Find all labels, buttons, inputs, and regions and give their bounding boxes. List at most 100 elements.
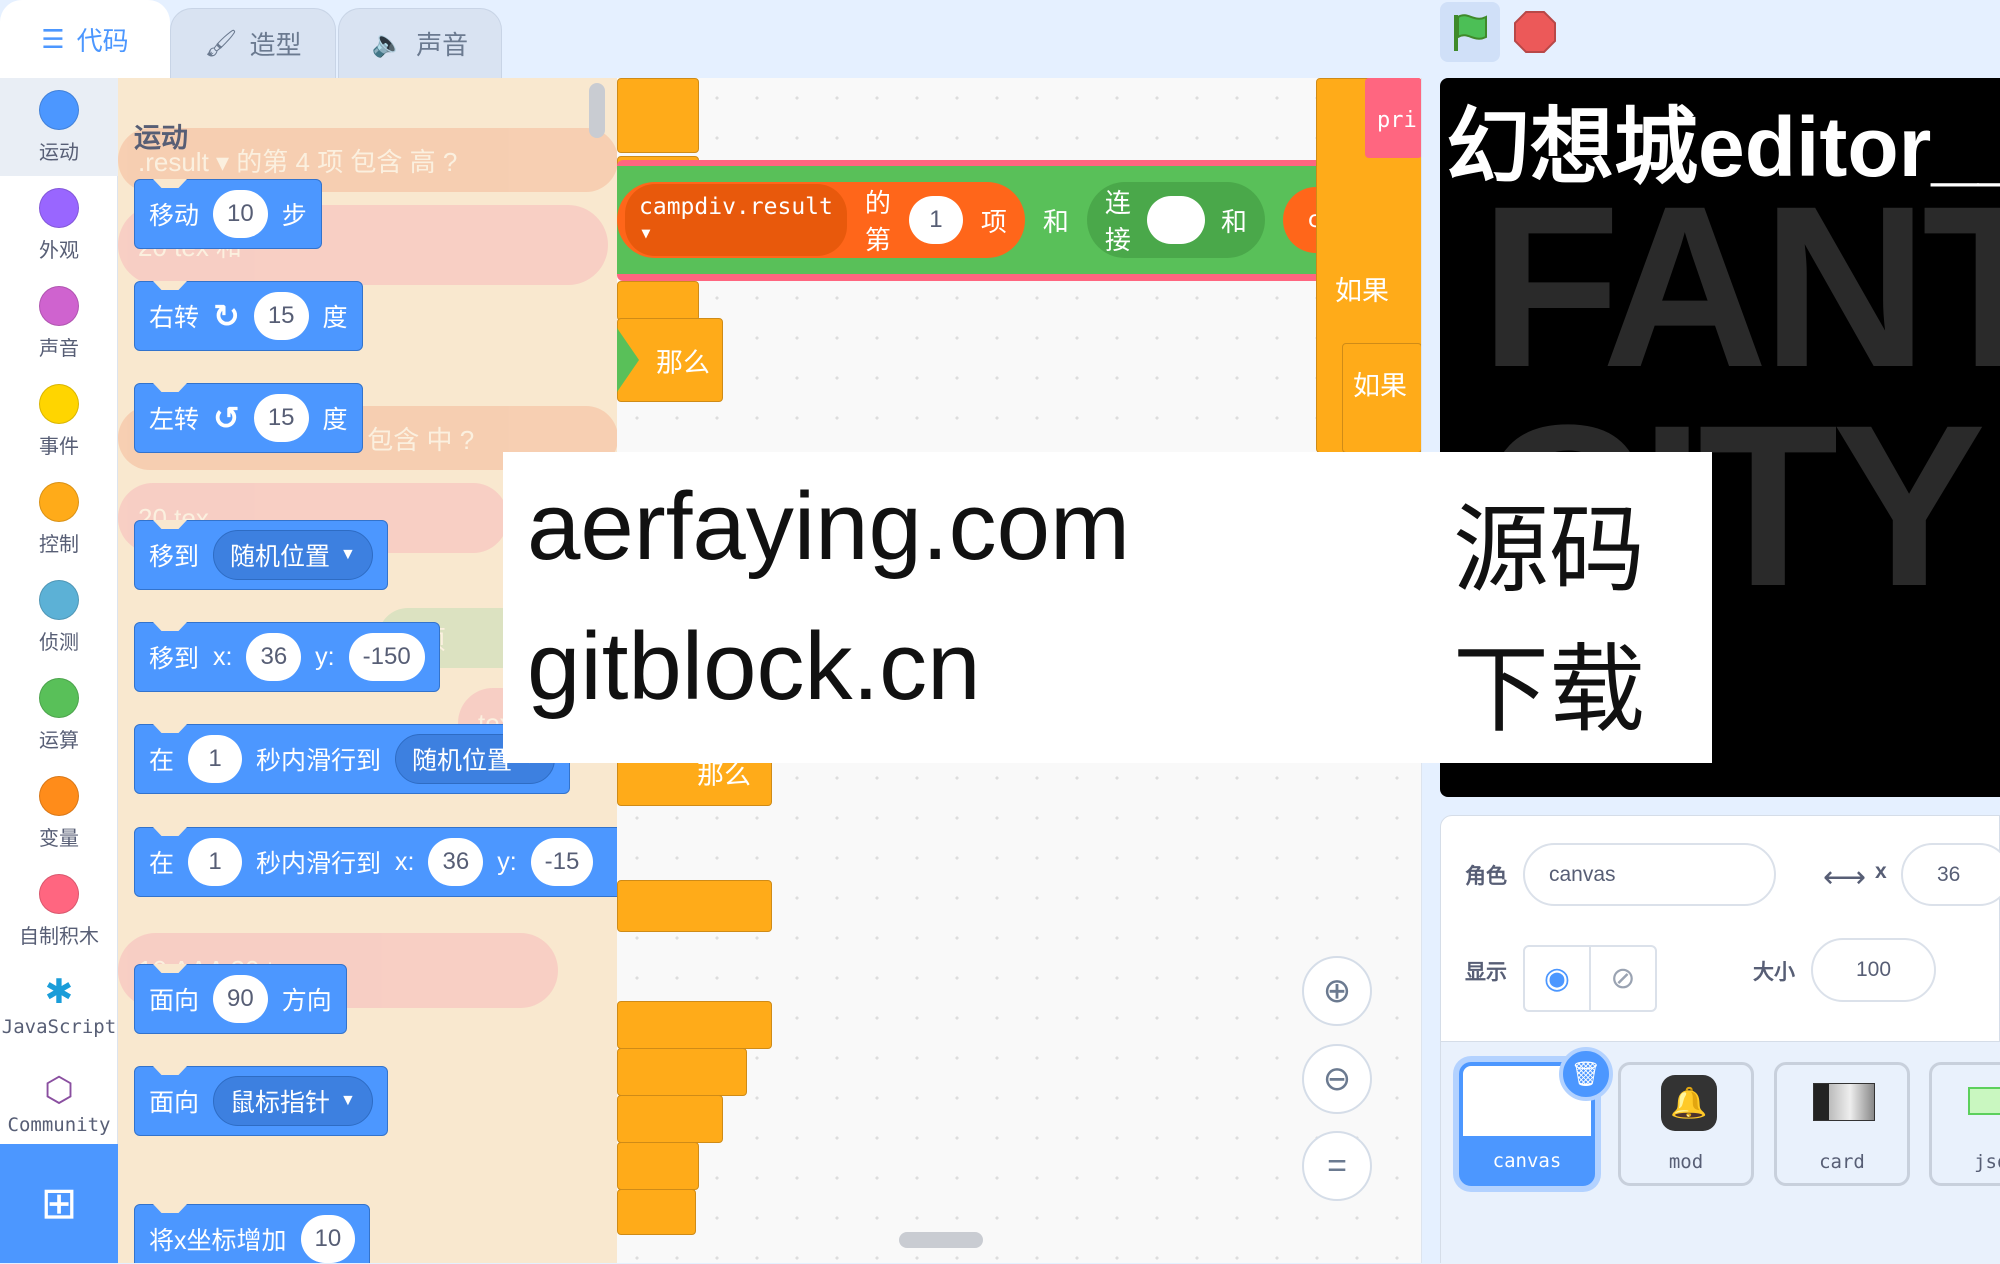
towards-dropdown[interactable]: 鼠标指针 ▼ [213,1076,373,1126]
if-block[interactable]: 如果 [1342,343,1421,453]
category-sensing[interactable]: 侦测 [0,568,118,666]
code-block[interactable] [617,1048,747,1096]
seconds-input[interactable]: 1 [188,838,243,886]
category-events[interactable]: 事件 [0,372,118,470]
category-control[interactable]: 控制 [0,470,118,568]
list-dropdown[interactable]: campdiv.result ▾ [625,184,847,256]
code-block[interactable] [617,880,772,932]
eye-slash-icon: ⊘ [1610,962,1636,995]
sprite-tile-card[interactable]: card [1774,1062,1910,1186]
looks-dot-icon [39,188,79,228]
my-blocks-dot-icon [39,874,79,914]
trash-icon: 🗑 [1570,1060,1602,1088]
motion-dot-icon [39,90,79,130]
go-to-block[interactable]: 移到 随机位置 ▼ [134,520,388,590]
x-input[interactable]: 36 [1901,843,2000,906]
sprite-name-input[interactable]: canvas [1523,843,1776,906]
sprite-list: canvas 🗑 🔔 mod card json [1441,1041,2000,1264]
size-input[interactable]: 100 [1811,938,1936,1002]
size-label: 大小 [1753,961,1795,984]
show-label: 显示 [1465,961,1507,984]
horizontal-arrows-icon: ⟷ [1823,861,1867,894]
delete-sprite-button[interactable]: 🗑 [1559,1047,1613,1101]
code-block[interactable] [617,281,699,321]
sprite-tile-mod[interactable]: 🔔 mod [1618,1062,1754,1186]
show-button[interactable]: ◉ [1525,947,1591,1010]
brush-icon: 🖌 [204,28,238,58]
point-in-direction-block[interactable]: 面向 90 方向 [134,964,347,1034]
join-input[interactable] [1146,196,1205,244]
category-javascript[interactable]: ✱ JavaScript [0,960,118,1058]
palette-scrollbar[interactable] [589,83,605,138]
code-block[interactable] [617,78,699,153]
green-flag-icon [1454,14,1487,51]
x-input[interactable]: 36 [428,838,484,886]
card-thumbnail [1813,1083,1875,1121]
sensing-dot-icon [39,580,79,620]
bell-icon: 🔔 [1661,1075,1717,1131]
join-inner[interactable]: 连接 和 [1086,182,1265,258]
events-dot-icon [39,384,79,424]
code-block[interactable] [617,1001,772,1049]
category-my-blocks[interactable]: 自制积木 [0,862,118,960]
add-extension-button[interactable]: ⊞ [0,1144,118,1263]
watermark-tag-2: 下载 [1453,637,1645,744]
category-motion[interactable]: 运动 [0,78,118,176]
watermark-line-1: aerfaying.com [527,473,1130,580]
puzzle-icon: ✱ [44,973,74,1011]
move-steps-block[interactable]: 移动 10 步 [134,179,322,249]
horizontal-scrollbar[interactable] [899,1232,983,1248]
degrees-input[interactable]: 15 [253,394,309,442]
hide-button[interactable]: ⊘ [1591,947,1655,1010]
target-dropdown[interactable]: 随机位置▼ [213,530,373,580]
glide-to-xy-block[interactable]: 在 1 秒内滑行到 x: 36 y: -15 [134,827,617,897]
join-reporter[interactable]: campdiv.result ▾ 的第 1 项 和 连接 和 campdiv. [617,166,1421,274]
caret-down-icon: ▼ [340,546,356,563]
change-x-block[interactable]: 将x坐标增加 10 [134,1204,371,1263]
rotate-left-icon: ↺ [213,400,240,436]
go-to-xy-block[interactable]: 移到 x: 36 y: -150 [134,622,440,692]
index-input[interactable]: 1 [908,196,963,244]
change-x-input[interactable]: 10 [300,1215,356,1263]
tab-sounds[interactable]: 🔈 声音 [338,8,502,78]
y-input[interactable]: -150 [348,633,425,681]
caret-down-icon: ▼ [340,1092,356,1109]
steps-input[interactable]: 10 [213,190,268,238]
category-community[interactable]: ⬡ Community [0,1058,118,1156]
code-block[interactable] [617,1095,723,1143]
tab-code[interactable]: ☰ 代码 [0,0,170,78]
stop-icon [1514,11,1556,53]
zoom-in-button[interactable]: ⊕ [1302,956,1372,1026]
code-icon: ☰ [41,24,65,54]
green-flag-button[interactable] [1440,2,1500,62]
print-block[interactable]: pri [1365,78,1421,158]
x-input[interactable]: 36 [246,633,302,681]
operators-dot-icon [39,678,79,718]
sprite-tile-json[interactable]: json [1929,1062,2000,1186]
category-operators[interactable]: 运算 [0,666,118,764]
category-sound[interactable]: 声音 [0,274,118,372]
degrees-input[interactable]: 15 [253,292,309,340]
turn-left-block[interactable]: 左转 ↺ 15 度 [134,383,363,453]
zoom-in-icon: ⊕ [1322,972,1352,1010]
y-input[interactable]: -15 [530,838,594,886]
code-block[interactable] [617,1142,699,1190]
equals-icon: = [1327,1146,1347,1185]
category-looks[interactable]: 外观 [0,176,118,274]
zoom-out-button[interactable]: ⊖ [1302,1044,1372,1114]
category-variables[interactable]: 变量 [0,764,118,862]
direction-input[interactable]: 90 [213,975,268,1023]
turn-right-block[interactable]: 右转 ↻ 15 度 [134,281,363,351]
tab-costumes[interactable]: 🖌 造型 [170,8,336,78]
section-heading: 运动 [134,123,188,153]
sprite-label: 角色 [1465,865,1507,888]
variables-dot-icon [39,776,79,816]
item-reporter[interactable]: campdiv.result ▾ 的第 1 项 [617,182,1025,258]
rotate-right-icon: ↻ [213,298,240,334]
zoom-reset-button[interactable]: = [1302,1131,1372,1201]
stop-button[interactable] [1513,10,1557,54]
seconds-input[interactable]: 1 [188,735,243,783]
x-label: x [1875,860,1887,883]
code-block[interactable] [617,1189,696,1235]
point-towards-block[interactable]: 面向 鼠标指针 ▼ [134,1066,388,1136]
